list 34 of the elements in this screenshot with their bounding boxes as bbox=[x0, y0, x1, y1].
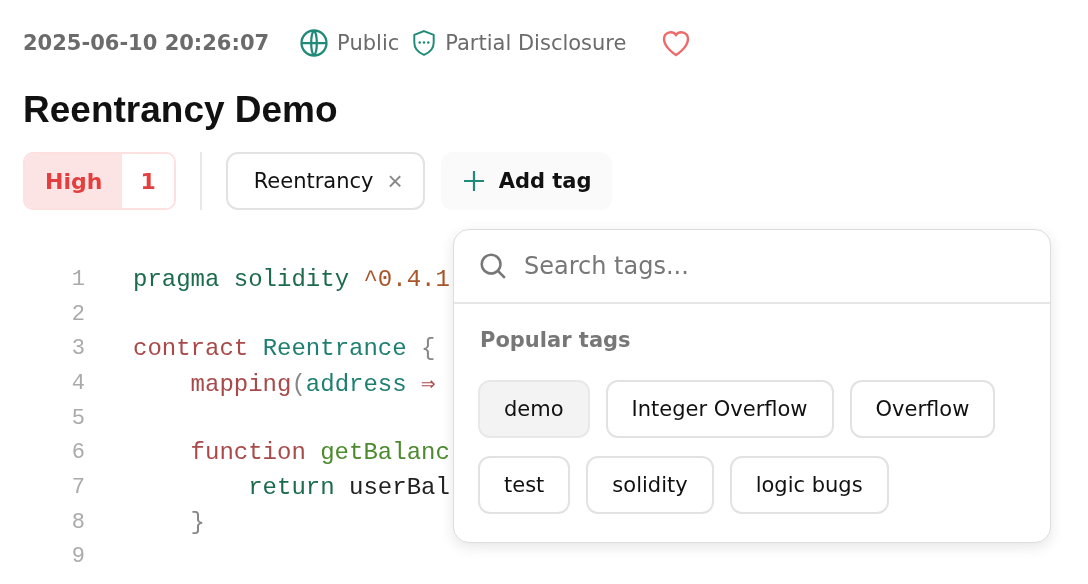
tag-label: Reentrancy bbox=[253, 169, 374, 193]
remove-tag-button[interactable]: × bbox=[387, 165, 403, 197]
tag-option[interactable]: logic bugs bbox=[729, 456, 889, 514]
section-heading: Popular tags bbox=[479, 327, 632, 352]
page-title: Reentrancy Demo bbox=[23, 90, 339, 130]
code-line: return userBal bbox=[248, 473, 450, 501]
tag-option[interactable]: test bbox=[478, 456, 571, 514]
code-line: contract Reentrance { bbox=[133, 335, 436, 363]
line-number: 1 bbox=[70, 266, 85, 292]
disclosure-label: Partial Disclosure bbox=[445, 31, 627, 55]
tag-option[interactable]: Integer Overflow bbox=[605, 380, 834, 438]
line-number: 6 bbox=[70, 440, 85, 466]
shield-icon bbox=[411, 29, 438, 57]
line-number: 2 bbox=[70, 301, 85, 327]
line-number: 7 bbox=[70, 474, 85, 500]
severity-label: High bbox=[25, 154, 123, 208]
line-number: 3 bbox=[70, 336, 85, 362]
code-line: pragma solidity ^0.4.1 bbox=[133, 265, 450, 293]
tag-option[interactable]: solidity bbox=[586, 456, 714, 514]
visibility-label: Public bbox=[337, 31, 400, 55]
line-number: 9 bbox=[70, 544, 85, 570]
code-line: } bbox=[190, 508, 205, 536]
line-number: 4 bbox=[70, 370, 85, 396]
timestamp: 2025-06-10 20:26:07 bbox=[23, 31, 270, 55]
globe-icon bbox=[299, 28, 330, 58]
plus-icon bbox=[462, 170, 485, 192]
line-number: 8 bbox=[70, 509, 85, 535]
tag-option[interactable]: demo bbox=[478, 380, 590, 438]
add-tag-button[interactable]: Add tag bbox=[440, 152, 612, 210]
code-line: function getBalanc bbox=[190, 439, 450, 467]
search-icon bbox=[478, 251, 508, 281]
code-line: mapping(address ⇒ bbox=[190, 369, 436, 398]
line-number: 5 bbox=[70, 405, 85, 431]
tag-option[interactable]: Overflow bbox=[849, 380, 996, 438]
